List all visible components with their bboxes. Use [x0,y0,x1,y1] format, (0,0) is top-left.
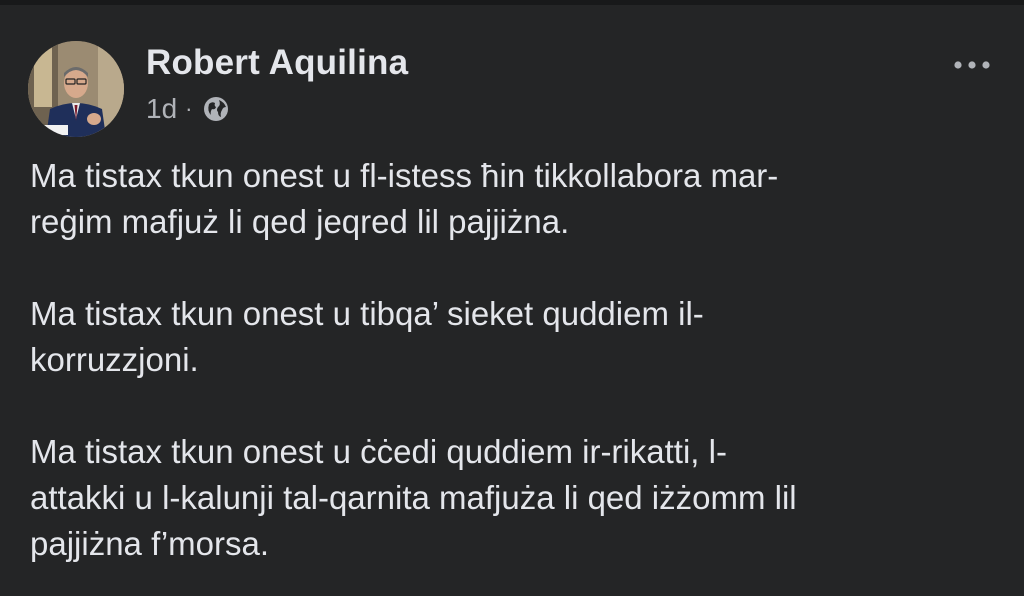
globe-icon[interactable] [202,95,230,123]
post-card: Robert Aquilina 1d · Ma tistax tkun ones… [0,5,1024,596]
author-name[interactable]: Robert Aquilina [146,43,408,83]
more-options-button[interactable] [946,47,998,83]
post-paragraph: Ma tistax tkun onest u tibqa’ sieket qud… [30,295,704,378]
more-horizontal-icon [954,61,990,69]
post-timestamp[interactable]: 1d [146,93,177,125]
post-paragraph: Ma tistax tkun onest u ċċedi quddiem ir-… [30,433,797,562]
avatar[interactable] [28,41,124,137]
avatar-image [28,41,124,137]
post-body: Ma tistax tkun onest u fl-istess ħin tik… [30,153,1000,567]
meta-separator: · [185,96,193,121]
post-paragraph: Ma tistax tkun onest u fl-istess ħin tik… [30,157,779,240]
post-meta: 1d · [146,91,230,127]
